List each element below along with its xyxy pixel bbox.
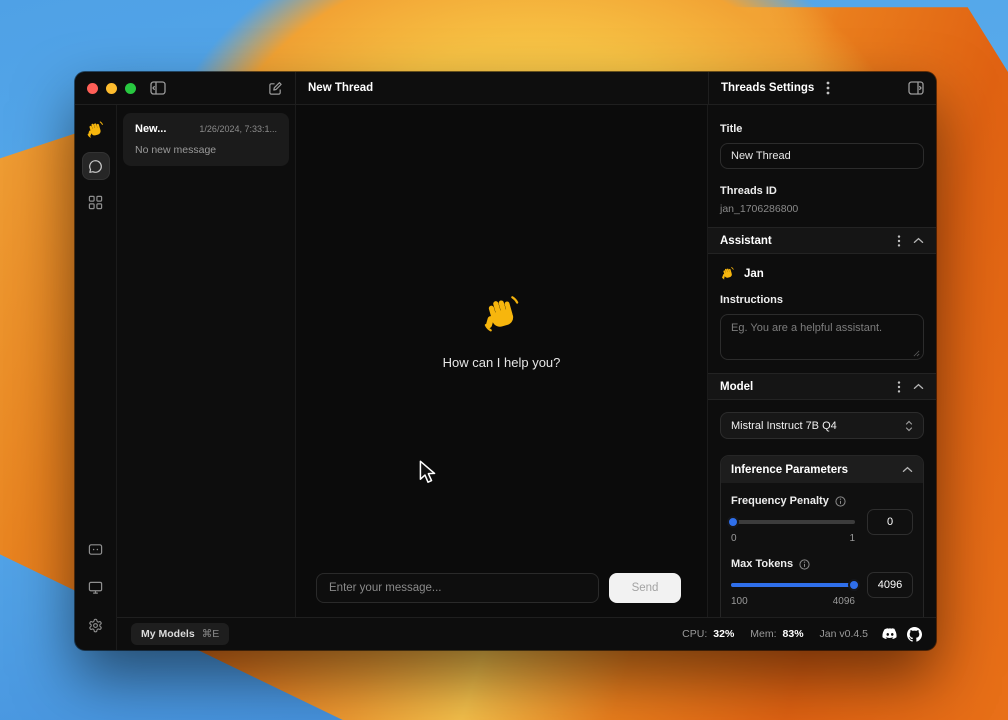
my-models-label: My Models [141,628,195,640]
message-composer: Send [316,573,681,603]
assistant-header-label: Assistant [720,235,885,247]
discord-icon[interactable] [882,628,898,641]
mem-label: Mem: [750,628,776,640]
collapse-left-panel-icon[interactable] [150,81,166,95]
my-models-button[interactable]: My Models ⌘E [131,623,229,645]
status-bar: My Models ⌘E CPU: 32% Mem: 83% Jan v0.4.… [117,617,936,650]
collapse-right-panel-icon[interactable] [908,81,924,95]
textarea-resize-handle[interactable] [913,350,920,357]
github-icon[interactable] [907,627,922,642]
slider-min: 0 [731,533,737,544]
titlebar-left-section [75,72,295,104]
threads-settings-title: Threads Settings [721,82,814,94]
assistant-section-header[interactable]: Assistant [708,227,936,254]
chat-panel-title: New Thread [295,72,708,104]
zoom-window-button[interactable] [125,83,136,94]
slider-thumb[interactable] [727,516,739,528]
select-updown-icon [905,420,913,432]
assistant-name: Jan [744,268,764,280]
max-tokens-label: Max Tokens [731,558,793,570]
threads-nav-icon[interactable] [83,153,109,179]
info-icon[interactable] [835,496,846,507]
thread-list-item[interactable]: New... 1/26/2024, 7:33:1... No new messa… [123,113,289,166]
model-select[interactable]: Mistral Instruct 7B Q4 [720,412,924,439]
titlebar: New Thread Threads Settings [75,72,936,105]
frequency-penalty-label: Frequency Penalty [731,495,829,507]
instructions-label: Instructions [720,294,924,306]
threads-settings-menu-icon[interactable] [826,81,830,95]
title-label: Title [720,123,924,135]
max-tokens-param: Max Tokens 100 [731,558,913,607]
inference-parameters-card: Inference Parameters Frequency Penalty [720,455,924,617]
jan-logo-wave-icon[interactable] [83,117,109,143]
frequency-penalty-slider[interactable] [731,516,855,528]
frequency-penalty-param: Frequency Penalty 0 [731,495,913,544]
my-models-shortcut: ⌘E [202,628,220,640]
thread-list-panel: New... 1/26/2024, 7:33:1... No new messa… [117,105,295,617]
inference-collapse-chevron-up-icon[interactable] [902,466,913,473]
model-menu-icon[interactable] [897,381,901,393]
send-button[interactable]: Send [609,573,681,603]
model-select-value: Mistral Instruct 7B Q4 [731,420,837,432]
assistant-menu-icon[interactable] [897,235,901,247]
threads-settings-panel: Title Threads ID jan_1706286800 Assistan… [708,105,936,617]
thread-title: New... [135,123,166,135]
mem-value: 83% [783,628,804,640]
minimize-window-button[interactable] [106,83,117,94]
inference-parameters-header[interactable]: Inference Parameters [721,456,923,483]
thread-preview: No new message [135,144,277,156]
info-icon[interactable] [799,559,810,570]
local-api-server-icon[interactable] [83,536,109,562]
model-header-label: Model [720,381,885,393]
titlebar-right-section: Threads Settings [708,72,936,104]
settings-gear-icon[interactable] [83,612,109,638]
threads-id-value: jan_1706286800 [720,203,924,215]
model-section-header[interactable]: Model [708,373,936,400]
traffic-lights [87,83,136,94]
slider-thumb[interactable] [848,579,860,591]
slider-max: 4096 [833,596,855,607]
slider-max: 1 [849,533,855,544]
thread-title-input[interactable] [720,143,924,169]
max-tokens-slider[interactable] [731,579,855,591]
chat-panel: How can I help you? Send [295,105,708,617]
instructions-textarea[interactable] [720,314,924,360]
assistant-wave-icon [720,266,736,282]
max-tokens-value[interactable]: 4096 [867,572,913,598]
greeting-text: How can I help you? [443,355,561,370]
threads-id-label: Threads ID [720,185,924,197]
frequency-penalty-value[interactable]: 0 [867,509,913,535]
assistant-identity: Jan [720,266,924,282]
slider-min: 100 [731,596,748,607]
app-version: Jan v0.4.5 [820,628,868,640]
inference-parameters-label: Inference Parameters [731,464,902,476]
system-monitor-icon[interactable] [83,574,109,600]
new-thread-icon[interactable] [268,81,283,96]
message-input[interactable] [316,573,599,603]
hub-nav-icon[interactable] [83,189,109,215]
jan-app-window: New Thread Threads Settings [75,72,936,650]
thread-timestamp: 1/26/2024, 7:33:1... [199,124,277,134]
close-window-button[interactable] [87,83,98,94]
model-collapse-chevron-up-icon[interactable] [913,383,924,390]
wave-emoji [479,293,525,339]
icon-ribbon [75,105,117,650]
assistant-collapse-chevron-up-icon[interactable] [913,237,924,244]
cpu-value: 32% [713,628,734,640]
cpu-label: CPU: [682,628,707,640]
